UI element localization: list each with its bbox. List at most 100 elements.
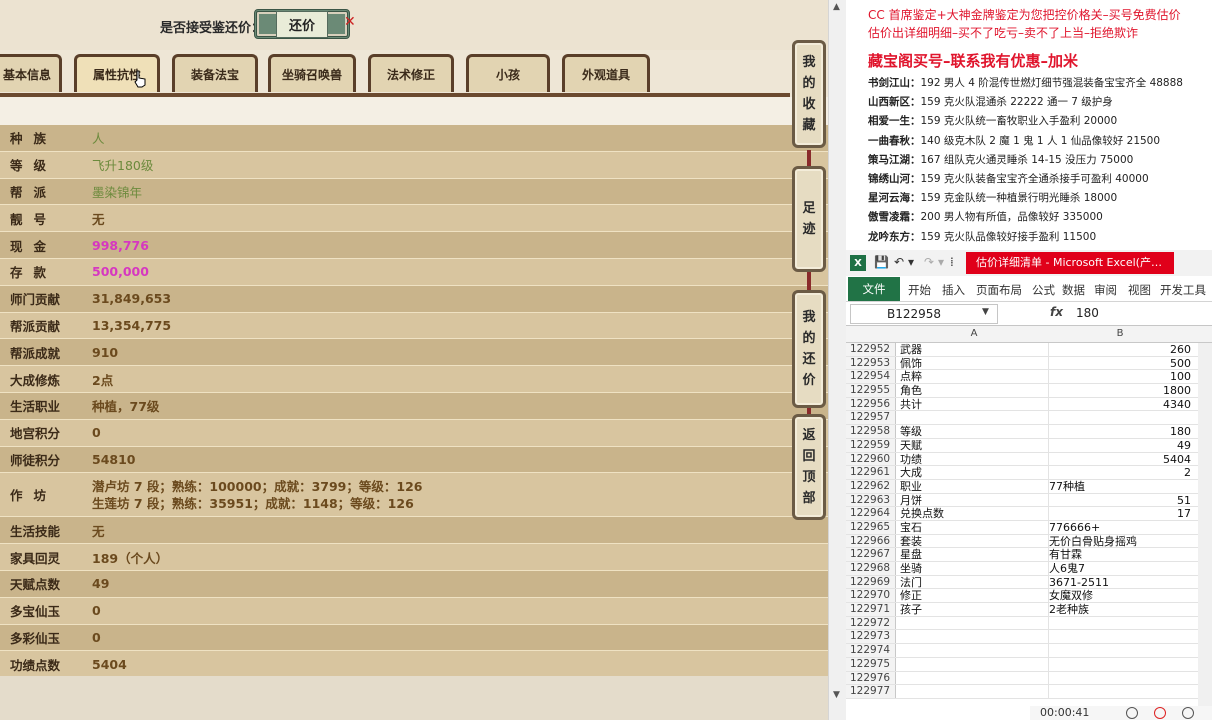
tab-0[interactable]: 基本信息	[0, 54, 62, 92]
row-number[interactable]: 122973	[846, 630, 896, 644]
undo-icon[interactable]: ↶	[894, 255, 904, 269]
cell-b[interactable]: 2老种族	[1049, 603, 1191, 617]
row-number[interactable]: 122965	[846, 520, 896, 534]
ribbon-tab-3[interactable]: 公式	[1032, 282, 1055, 298]
row-number[interactable]: 122955	[846, 384, 896, 397]
cell-a[interactable]: 角色	[900, 384, 1048, 398]
cell-a[interactable]: 兑换点数	[900, 507, 1048, 521]
cell-a[interactable]: 武器	[900, 343, 1048, 357]
cell-b[interactable]: 77种植	[1049, 480, 1191, 494]
cell-a[interactable]: 坐骑	[900, 562, 1048, 576]
row-number[interactable]: 122963	[846, 493, 896, 507]
tab-1[interactable]: 属性抗性	[74, 54, 160, 92]
side-nav-button-1[interactable]: 足迹	[792, 166, 826, 272]
formula-value[interactable]: 180	[1076, 306, 1099, 320]
name-box-dropdown-icon[interactable]: ▼	[982, 307, 989, 317]
tab-6[interactable]: 外观道具	[562, 54, 650, 92]
cell-b[interactable]: 人6鬼7	[1049, 562, 1191, 576]
ribbon-tab-1[interactable]: 插入	[942, 282, 965, 298]
cell-b[interactable]: 女魔双修	[1049, 589, 1191, 603]
row-number[interactable]: 122970	[846, 589, 896, 603]
cell-b[interactable]: 500	[1049, 357, 1191, 371]
cell-a[interactable]: 职业	[900, 480, 1048, 494]
cell-b[interactable]: 5404	[1049, 453, 1191, 467]
tab-5[interactable]: 小孩	[466, 54, 550, 92]
column-b-header[interactable]: B	[1049, 328, 1191, 339]
tab-2[interactable]: 装备法宝	[172, 54, 258, 92]
cell-b[interactable]: 3671-2511	[1049, 576, 1191, 590]
redo-dropdown-icon[interactable]: ▾	[938, 255, 944, 269]
customize-toolbar-icon[interactable]: ⁞	[950, 255, 954, 269]
cell-a[interactable]: 功绩	[900, 453, 1048, 467]
cell-a[interactable]: 宝石	[900, 521, 1048, 535]
record-icon[interactable]	[1154, 707, 1166, 719]
row-number[interactable]: 122962	[846, 479, 896, 493]
cell-a[interactable]: 套装	[900, 535, 1048, 549]
save-icon[interactable]: 💾	[874, 255, 889, 269]
redo-icon[interactable]: ↷	[924, 255, 934, 269]
side-nav-button-0[interactable]: 我的收藏	[792, 40, 826, 148]
cell-a[interactable]: 修正	[900, 589, 1048, 603]
close-icon[interactable]: ✕	[344, 14, 356, 30]
cell-b[interactable]: 4340	[1049, 398, 1191, 412]
cell-b[interactable]: 51	[1049, 494, 1191, 508]
row-number[interactable]: 122964	[846, 507, 896, 520]
row-number[interactable]: 122956	[846, 397, 896, 411]
cell-b[interactable]: 无价白骨贴身摇鸡	[1049, 535, 1191, 549]
row-number[interactable]: 122972	[846, 616, 896, 630]
side-nav-button-2[interactable]: 我的还价	[792, 290, 826, 408]
fx-icon[interactable]: fx	[1050, 305, 1063, 319]
ribbon-tab-5[interactable]: 审阅	[1094, 282, 1117, 298]
row-number[interactable]: 122960	[846, 452, 896, 466]
row-number[interactable]: 122976	[846, 671, 896, 685]
cell-b[interactable]: 2	[1049, 466, 1191, 480]
row-number[interactable]: 122957	[846, 411, 896, 425]
cell-a[interactable]: 月饼	[900, 494, 1048, 508]
cell-b[interactable]: 17	[1049, 507, 1191, 521]
ribbon-tab-7[interactable]: 开发工具	[1160, 282, 1206, 298]
row-number[interactable]: 122952	[846, 343, 896, 356]
cell-a[interactable]: 星盘	[900, 548, 1048, 562]
scroll-up-icon[interactable]: ▲	[833, 2, 840, 12]
cell-b[interactable]: 776666+	[1049, 521, 1191, 535]
row-number[interactable]: 122968	[846, 562, 896, 575]
sheet-scrollbar[interactable]	[1198, 343, 1212, 720]
cell-a[interactable]: 等级	[900, 425, 1048, 439]
ribbon-tab-4[interactable]: 数据	[1062, 282, 1085, 298]
cell-a[interactable]: 天赋	[900, 439, 1048, 453]
cell-a[interactable]: 大成	[900, 466, 1048, 480]
row-number[interactable]: 122953	[846, 356, 896, 370]
counter-offer-button[interactable]: 还价	[254, 9, 350, 39]
cell-b[interactable]: 1800	[1049, 384, 1191, 398]
tab-4[interactable]: 法术修正	[368, 54, 454, 92]
pause-icon[interactable]	[1126, 707, 1138, 719]
cell-a[interactable]: 点粹	[900, 370, 1048, 384]
undo-dropdown-icon[interactable]: ▾	[908, 255, 914, 269]
cell-a[interactable]: 佩饰	[900, 357, 1048, 371]
cell-b[interactable]: 180	[1049, 425, 1191, 439]
ribbon-tab-6[interactable]: 视图	[1128, 282, 1151, 298]
ribbon-tab-2[interactable]: 页面布局	[976, 282, 1022, 298]
cell-b[interactable]: 有甘霖	[1049, 548, 1191, 562]
ribbon-tab-0[interactable]: 开始	[908, 282, 931, 298]
row-number[interactable]: 122961	[846, 466, 896, 479]
panel-scrollbar[interactable]: ▲ ▼	[828, 0, 846, 720]
row-number[interactable]: 122954	[846, 370, 896, 384]
row-number[interactable]: 122974	[846, 644, 896, 657]
row-number[interactable]: 122967	[846, 548, 896, 561]
side-nav-button-3[interactable]: 返回顶部	[792, 414, 826, 520]
name-box[interactable]: B122958	[850, 304, 998, 324]
column-a-header[interactable]: A	[900, 328, 1048, 339]
tab-3[interactable]: 坐骑召唤兽	[268, 54, 356, 92]
cell-a[interactable]: 法门	[900, 576, 1048, 590]
row-number[interactable]: 122971	[846, 603, 896, 616]
row-number[interactable]: 122966	[846, 534, 896, 548]
scroll-down-icon[interactable]: ▼	[833, 690, 840, 700]
row-number[interactable]: 122959	[846, 438, 896, 452]
cell-b[interactable]: 260	[1049, 343, 1191, 357]
row-number[interactable]: 122975	[846, 657, 896, 671]
cell-a[interactable]: 共计	[900, 398, 1048, 412]
cell-b[interactable]: 49	[1049, 439, 1191, 453]
row-number[interactable]: 122977	[846, 685, 896, 698]
cell-b[interactable]: 100	[1049, 370, 1191, 384]
